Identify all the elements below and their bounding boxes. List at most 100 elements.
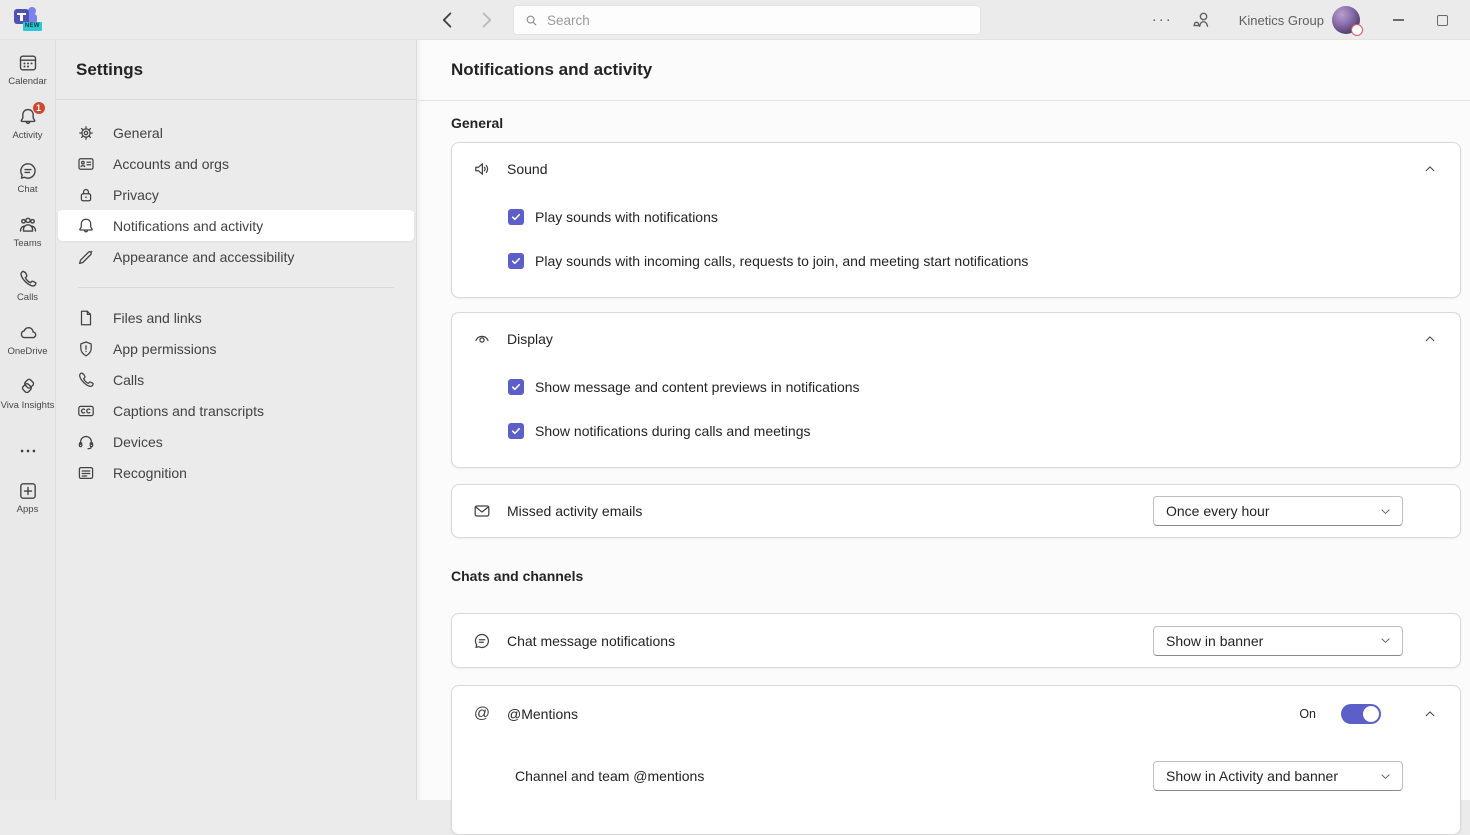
card-title: Display	[507, 331, 553, 347]
cloud-icon	[17, 322, 39, 344]
title-bar: NEW ··· Kinetics Group	[0, 0, 1470, 40]
avatar[interactable]	[1332, 6, 1360, 34]
collapse-chevron-up-icon[interactable]	[1420, 704, 1440, 724]
sidebar-item-label: Captions and transcripts	[113, 403, 264, 419]
mentions-toggle-on[interactable]	[1341, 704, 1381, 724]
sidebar-item-app-permissions[interactable]: App permissions	[58, 333, 414, 364]
rail-item-label: Calendar	[8, 76, 47, 87]
ellipsis-icon	[17, 440, 39, 462]
sidebar-item-devices[interactable]: Devices	[58, 426, 414, 457]
calendar-icon	[17, 52, 39, 74]
rail-item-calendar[interactable]: Calendar	[0, 48, 56, 93]
rail-item-teams[interactable]: Teams	[0, 210, 56, 255]
new-badge: NEW	[23, 22, 42, 31]
at-mention-icon: @	[472, 704, 492, 724]
rail-more-apps-button[interactable]	[0, 436, 56, 468]
checkbox-checked[interactable]	[508, 423, 524, 439]
back-button[interactable]	[436, 8, 460, 32]
rail-item-label: Teams	[14, 238, 42, 249]
sidebar-item-accounts-and-orgs[interactable]: Accounts and orgs	[58, 148, 414, 179]
maximize-button[interactable]	[1420, 0, 1464, 40]
settings-title: Settings	[76, 60, 143, 80]
gear-icon	[76, 123, 96, 143]
rail-item-viva-insights[interactable]: Viva Insights	[0, 372, 56, 417]
chat-icon	[472, 631, 492, 651]
checkbox-label: Show notifications during calls and meet…	[535, 423, 811, 439]
rail-item-activity[interactable]: 1 Activity	[0, 102, 56, 147]
rail-item-apps[interactable]: Apps	[0, 476, 56, 521]
search-input[interactable]	[547, 13, 970, 28]
mentions-card-header[interactable]: @ @Mentions On	[452, 686, 1460, 742]
checkbox-checked[interactable]	[508, 209, 524, 225]
chat-icon	[17, 160, 39, 182]
rail-item-label: Apps	[17, 504, 39, 515]
more-options-button[interactable]: ···	[1152, 15, 1173, 25]
speaker-icon	[472, 159, 492, 179]
chevron-down-icon	[1379, 505, 1392, 518]
channel-team-mentions-row: Channel and team @mentions Show in Activ…	[452, 760, 1460, 792]
checkbox-row: Play sounds with notifications	[452, 195, 1460, 239]
org-name[interactable]: Kinetics Group	[1239, 13, 1324, 28]
sidebar-item-privacy[interactable]: Privacy	[58, 179, 414, 210]
rail-item-chat[interactable]: Chat	[0, 156, 56, 201]
app-rail: Calendar 1 Activity Chat Teams Calls One…	[0, 40, 56, 800]
checkbox-label: Play sounds with incoming calls, request…	[535, 253, 1028, 269]
checkbox-checked[interactable]	[508, 253, 524, 269]
search-bar[interactable]	[513, 5, 981, 35]
forward-button[interactable]	[474, 8, 498, 32]
sidebar-item-calls[interactable]: Calls	[58, 364, 414, 395]
teams-logo: NEW	[14, 7, 44, 33]
sidebar-item-label: Devices	[113, 434, 163, 450]
phone-icon	[17, 268, 39, 290]
rail-item-calls[interactable]: Calls	[0, 264, 56, 309]
viva-insights-icon	[17, 376, 39, 398]
mail-icon	[472, 501, 492, 521]
card-title: Missed activity emails	[507, 503, 642, 519]
closed-captions-icon	[76, 401, 96, 421]
card-title: @Mentions	[507, 706, 578, 722]
dropdown-value: Show in Activity and banner	[1166, 768, 1379, 784]
chat-notifications-dropdown[interactable]: Show in banner	[1153, 626, 1403, 656]
collapse-chevron-up-icon[interactable]	[1420, 329, 1440, 349]
sidebar-item-general[interactable]: General	[58, 117, 414, 148]
checkmark-icon	[511, 426, 521, 436]
sound-card-header[interactable]: Sound	[452, 143, 1460, 195]
shield-icon	[76, 339, 96, 359]
sidebar-item-label: Accounts and orgs	[113, 156, 229, 172]
pen-sparkle-icon	[76, 247, 96, 267]
sidebar-item-appearance-and-accessibility[interactable]: Appearance and accessibility	[58, 241, 414, 272]
setting-label: Channel and team @mentions	[515, 768, 1153, 784]
channel-mentions-dropdown[interactable]: Show in Activity and banner	[1153, 761, 1403, 791]
activity-count-badge: 1	[32, 101, 46, 115]
missed-emails-dropdown[interactable]: Once every hour	[1153, 496, 1403, 526]
phone-icon	[76, 370, 96, 390]
mentions-card: @ @Mentions On Channel and team @mention…	[451, 685, 1461, 835]
section-header-chats-and-channels: Chats and channels	[451, 568, 1461, 584]
eye-icon	[472, 329, 492, 349]
minimize-button[interactable]	[1376, 0, 1420, 40]
rail-item-onedrive[interactable]: OneDrive	[0, 318, 56, 363]
sidebar-item-captions-and-transcripts[interactable]: Captions and transcripts	[58, 395, 414, 426]
sidebar-item-recognition[interactable]: Recognition	[58, 457, 414, 488]
sidebar-divider	[78, 287, 394, 288]
sidebar-item-label: App permissions	[113, 341, 217, 357]
toggle-knob	[1363, 706, 1379, 722]
sidebar-item-label: General	[113, 125, 163, 141]
collapse-chevron-up-icon[interactable]	[1420, 159, 1440, 179]
chat-message-notifications-card: Chat message notifications Show in banne…	[451, 613, 1461, 668]
id-card-icon	[76, 154, 96, 174]
sidebar-item-label: Files and links	[113, 310, 202, 326]
rail-item-label: Chat	[17, 184, 37, 195]
display-card-header[interactable]: Display	[452, 313, 1460, 365]
presence-badge	[1351, 24, 1363, 36]
file-icon	[76, 308, 96, 328]
display-card: Display Show message and content preview…	[451, 312, 1461, 468]
settings-sidebar: Settings General Accounts and orgs Priva…	[56, 40, 416, 800]
person-alert-icon[interactable]	[1189, 7, 1215, 33]
sidebar-item-notifications-and-activity[interactable]: Notifications and activity	[58, 210, 414, 241]
lock-icon	[76, 185, 96, 205]
sidebar-item-files-and-links[interactable]: Files and links	[58, 302, 414, 333]
checkmark-icon	[511, 256, 521, 266]
dropdown-value: Once every hour	[1166, 503, 1379, 519]
checkbox-checked[interactable]	[508, 379, 524, 395]
